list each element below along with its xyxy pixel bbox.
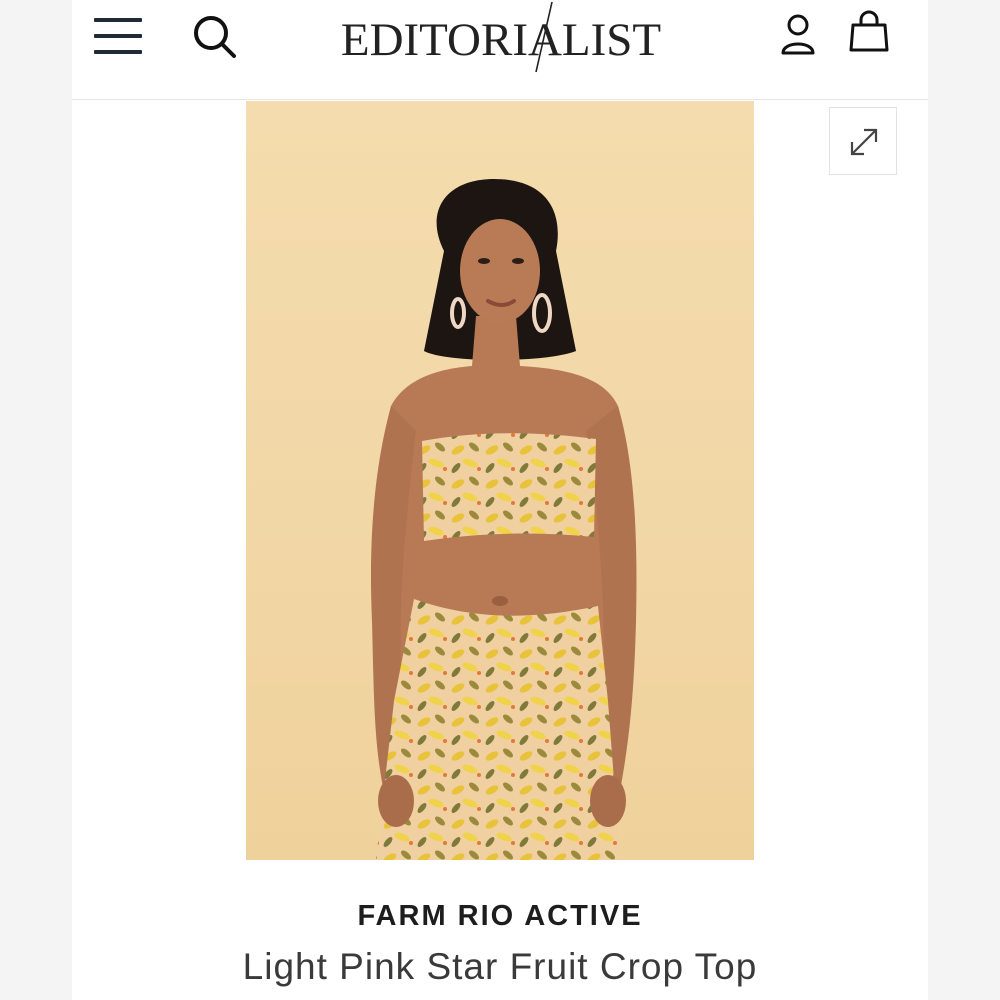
search-icon[interactable] xyxy=(190,12,238,60)
model-illustration xyxy=(370,179,637,860)
product-brand[interactable]: FARM RIO ACTIVE xyxy=(72,900,928,933)
logo-slash-mark xyxy=(535,1,553,73)
left-margin xyxy=(0,0,72,1000)
site-logo[interactable]: EDITORIALIST xyxy=(318,6,684,74)
account-icon[interactable] xyxy=(778,12,818,56)
right-margin xyxy=(928,0,1000,1000)
page-frame: EDITORIALIST FARM RIO ACTIVE Light Pink … xyxy=(72,0,928,1000)
bag-icon[interactable] xyxy=(848,10,890,54)
site-header: EDITORIALIST xyxy=(72,0,928,100)
expand-image-button[interactable] xyxy=(829,107,897,175)
menu-icon[interactable] xyxy=(94,16,146,56)
product-image[interactable] xyxy=(246,101,754,860)
product-title: Light Pink Star Fruit Crop Top xyxy=(242,946,758,987)
expand-icon xyxy=(850,128,878,156)
